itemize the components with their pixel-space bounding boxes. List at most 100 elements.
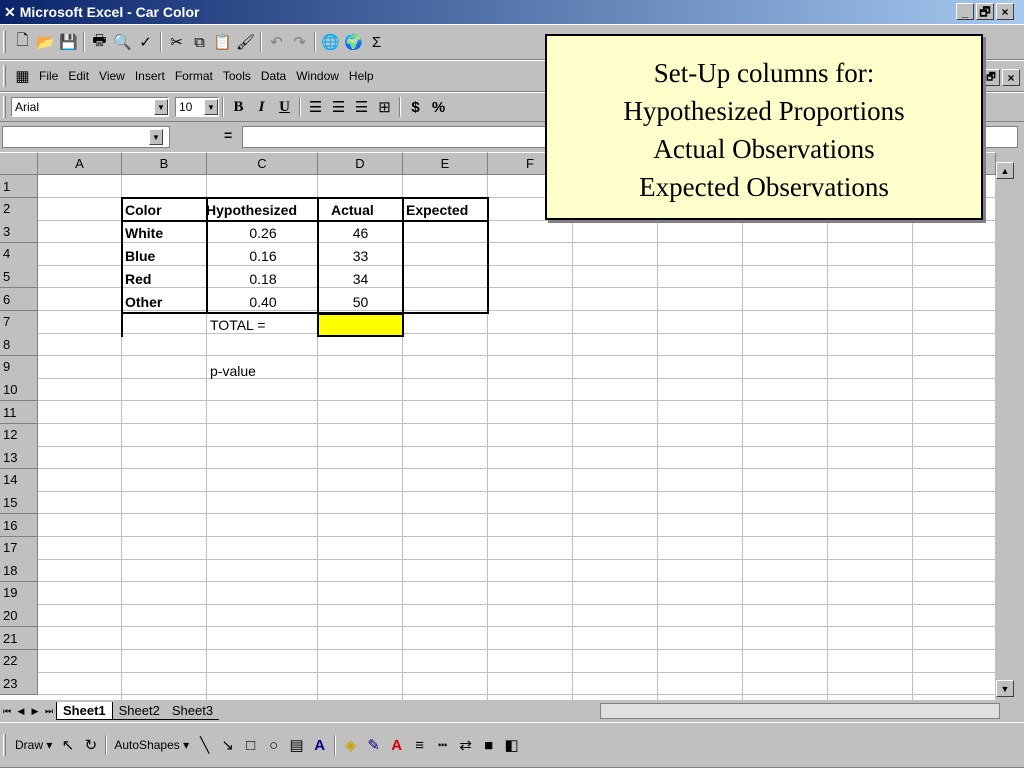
row-header[interactable]: 13 xyxy=(0,446,38,470)
font-size-select[interactable]: 10 ▼ xyxy=(175,97,219,117)
cell-actual-blue[interactable]: 33 xyxy=(318,244,403,267)
select-objects-icon[interactable]: ↖ xyxy=(56,734,79,756)
menu-data[interactable]: Data xyxy=(256,69,291,83)
menu-insert[interactable]: Insert xyxy=(130,69,170,83)
line-color-icon[interactable]: ✎ xyxy=(362,734,385,756)
row-header[interactable]: 22 xyxy=(0,649,38,673)
menu-format[interactable]: Format xyxy=(170,69,218,83)
chevron-down-icon[interactable]: ▼ xyxy=(204,99,218,115)
draw-menu-button[interactable]: Draw ▾ xyxy=(11,738,56,752)
textbox-icon[interactable]: ▤ xyxy=(285,734,308,756)
web-toolbar-icon[interactable]: 🌍 xyxy=(342,31,365,53)
workbook-icon[interactable]: ▦ xyxy=(11,65,34,87)
3d-icon[interactable]: ◧ xyxy=(500,734,523,756)
header-actual[interactable]: Actual xyxy=(331,198,374,221)
shadow-icon[interactable]: ■ xyxy=(477,734,500,756)
horizontal-scrollbar[interactable] xyxy=(600,703,1000,719)
workbook-close-button[interactable]: × xyxy=(1002,69,1020,86)
prev-sheet-icon[interactable]: ◀ xyxy=(14,703,28,719)
print-icon[interactable]: 🖶 xyxy=(88,31,111,53)
cell-color-blue[interactable]: Blue xyxy=(125,244,155,267)
wordart-icon[interactable]: A xyxy=(308,734,331,756)
workbook-restore-button[interactable]: 🗗 xyxy=(982,69,1000,86)
arrow-icon[interactable]: ↘ xyxy=(216,734,239,756)
menu-edit[interactable]: Edit xyxy=(63,69,94,83)
header-expected[interactable]: Expected xyxy=(406,198,468,221)
currency-button[interactable]: $ xyxy=(404,96,427,118)
vertical-scrollbar[interactable]: ▲ ▼ xyxy=(996,152,1018,700)
underline-button[interactable]: U xyxy=(273,96,296,118)
align-center-icon[interactable]: ☰ xyxy=(327,96,350,118)
cell-hyp-red[interactable]: 0.18 xyxy=(208,267,318,290)
cut-icon[interactable]: ✂ xyxy=(165,31,188,53)
redo-icon[interactable]: ↷ xyxy=(288,31,311,53)
row-header[interactable]: 20 xyxy=(0,604,38,628)
row-header[interactable]: 5 xyxy=(0,265,38,289)
cell-actual-white[interactable]: 46 xyxy=(318,221,403,244)
row-header[interactable]: 12 xyxy=(0,423,38,447)
row-header[interactable]: 7 xyxy=(0,310,38,334)
format-painter-icon[interactable]: 🖌 xyxy=(234,31,257,53)
row-header[interactable]: 17 xyxy=(0,536,38,560)
select-all-button[interactable] xyxy=(0,152,38,175)
row-header[interactable]: 15 xyxy=(0,491,38,515)
align-left-icon[interactable]: ☰ xyxy=(304,96,327,118)
cell-color-white[interactable]: White xyxy=(125,221,163,244)
menu-tools[interactable]: Tools xyxy=(218,69,256,83)
cell-hyp-blue[interactable]: 0.16 xyxy=(208,244,318,267)
line-style-icon[interactable]: ≡ xyxy=(408,734,431,756)
undo-icon[interactable]: ↶ xyxy=(265,31,288,53)
oval-icon[interactable]: ○ xyxy=(262,734,285,756)
row-header[interactable]: 19 xyxy=(0,581,38,605)
column-header[interactable]: C xyxy=(207,152,318,175)
cell-actual-other[interactable]: 50 xyxy=(318,290,403,313)
new-icon[interactable]: 🗋 xyxy=(11,31,34,53)
bold-button[interactable]: B xyxy=(227,96,250,118)
row-header[interactable]: 18 xyxy=(0,559,38,583)
row-header[interactable]: 3 xyxy=(0,220,38,244)
print-preview-icon[interactable]: 🔍 xyxy=(111,31,134,53)
name-box[interactable]: ▼ xyxy=(2,126,170,148)
menu-window[interactable]: Window xyxy=(291,69,344,83)
free-rotate-icon[interactable]: ↻ xyxy=(79,734,102,756)
last-sheet-icon[interactable]: ⏭ xyxy=(42,703,56,719)
row-header[interactable]: 23 xyxy=(0,672,38,696)
autosum-icon[interactable]: Σ xyxy=(365,31,388,53)
row-header[interactable]: 1 xyxy=(0,175,38,198)
chevron-down-icon[interactable]: ▼ xyxy=(154,99,168,115)
dash-style-icon[interactable]: ┅ xyxy=(431,734,454,756)
cell-actual-red[interactable]: 34 xyxy=(318,267,403,290)
total-cell[interactable] xyxy=(317,313,404,337)
row-header[interactable]: 21 xyxy=(0,627,38,650)
row-header[interactable]: 16 xyxy=(0,514,38,537)
merge-center-icon[interactable]: ⊞ xyxy=(373,96,396,118)
column-header[interactable]: B xyxy=(122,152,207,175)
formula-equals[interactable]: = xyxy=(224,127,232,143)
minimize-button[interactable]: _ xyxy=(956,3,974,20)
restore-button[interactable]: 🗗 xyxy=(976,3,994,20)
autoshapes-menu-button[interactable]: AutoShapes ▾ xyxy=(110,738,193,752)
total-label[interactable]: TOTAL = xyxy=(210,313,265,336)
hyperlink-icon[interactable]: 🌐 xyxy=(319,31,342,53)
copy-icon[interactable]: ⧉ xyxy=(188,31,211,53)
row-header[interactable]: 10 xyxy=(0,378,38,402)
tab-sheet3[interactable]: Sheet3 xyxy=(165,702,220,720)
percent-button[interactable]: % xyxy=(427,96,450,118)
row-header[interactable]: 9 xyxy=(0,355,38,379)
cell-hyp-white[interactable]: 0.26 xyxy=(208,221,318,244)
tab-sheet1[interactable]: Sheet1 xyxy=(56,702,113,720)
column-header[interactable]: A xyxy=(38,152,122,175)
open-icon[interactable]: 📂 xyxy=(34,31,57,53)
scroll-up-icon[interactable]: ▲ xyxy=(996,162,1014,179)
scroll-down-icon[interactable]: ▼ xyxy=(996,680,1014,697)
menu-file[interactable]: File xyxy=(34,69,63,83)
align-right-icon[interactable]: ☰ xyxy=(350,96,373,118)
row-header[interactable]: 11 xyxy=(0,401,38,424)
worksheet-grid[interactable]: ABCDEFGHIJK 1234567891011121314151617181… xyxy=(0,152,996,700)
header-color[interactable]: Color xyxy=(125,198,162,221)
toolbar-grip[interactable] xyxy=(3,31,6,53)
header-hypothesized[interactable]: Hypothesized xyxy=(206,198,297,221)
spelling-icon[interactable]: ✓ xyxy=(134,31,157,53)
cell-color-red[interactable]: Red xyxy=(125,267,151,290)
font-color-icon[interactable]: A xyxy=(385,734,408,756)
